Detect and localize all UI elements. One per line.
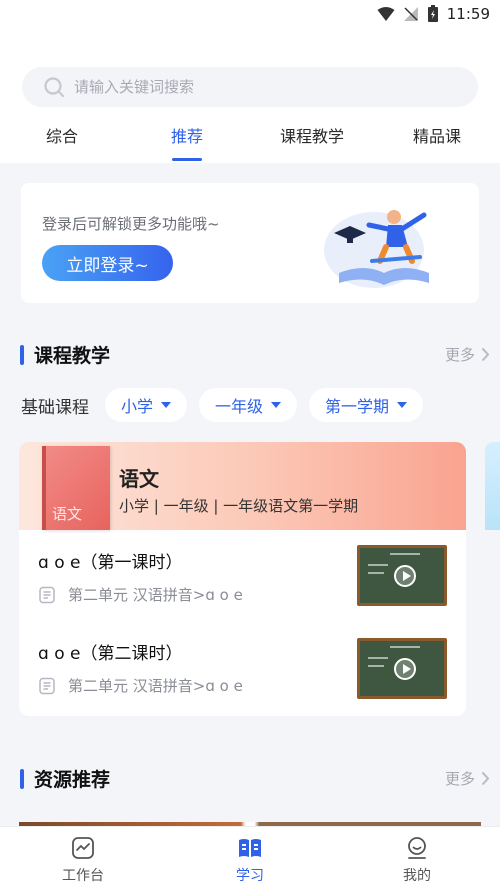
caret-down-icon: [161, 402, 172, 408]
no-signal-icon: [403, 7, 418, 21]
tab-general[interactable]: 综合: [46, 123, 78, 147]
resource-section-header: 资源推荐: [20, 765, 110, 792]
play-icon: [394, 658, 416, 680]
profile-icon: [408, 837, 426, 859]
login-prompt: 登录后可解锁更多功能哦~: [42, 215, 220, 233]
chalk-line: [368, 665, 384, 667]
tab-recommended[interactable]: 推荐: [171, 123, 203, 147]
nav-profile-label: 我的: [403, 868, 431, 884]
student-illustration: [324, 210, 429, 288]
tab-course-teaching[interactable]: 课程教学: [280, 123, 344, 147]
filter-grade[interactable]: 一年级: [199, 388, 298, 422]
caret-down-icon: [397, 402, 408, 408]
header: 综合 推荐 课程教学 精品课: [0, 30, 500, 163]
login-card: 登录后可解锁更多功能哦~ 立即登录~: [21, 183, 479, 303]
course-more-label: 更多: [444, 346, 475, 364]
next-course-card-peek[interactable]: [485, 442, 500, 530]
lesson-title: ɑ o e（第一课时）: [38, 553, 183, 573]
textbook-cover-title: 语文: [52, 505, 83, 523]
lesson-subtitle: 第二单元 汉语拼音>ɑ o e: [38, 584, 243, 605]
login-button[interactable]: 立即登录~: [42, 245, 173, 281]
active-tab-indicator: [172, 158, 202, 161]
course-card-header: 语文 语文 小学 | 一年级 | 一年级语文第一学期: [19, 442, 466, 530]
course-meta: 小学 | 一年级 | 一年级语文第一学期: [119, 497, 359, 515]
resource-more-label: 更多: [444, 770, 475, 788]
chalk-line: [368, 657, 388, 659]
nav-study-label: 学习: [236, 868, 264, 884]
filter-row: 基础课程 小学 一年级 第一学期: [21, 388, 491, 422]
status-icons: 11:59: [377, 5, 490, 23]
filter-grade-label: 一年级: [215, 397, 264, 416]
book-icon: [239, 839, 261, 857]
filter-grade-level-label: 小学: [121, 397, 154, 416]
wifi-icon: [377, 7, 395, 21]
chalk-line: [390, 646, 420, 648]
search-bar[interactable]: [22, 67, 478, 107]
course-section-header: 课程教学: [20, 341, 110, 368]
search-icon: [34, 67, 74, 107]
chevron-right-icon: [481, 347, 490, 362]
textbook-cover: 语文: [42, 446, 110, 530]
chevron-right-icon: [481, 771, 490, 786]
resource-section-title: 资源推荐: [34, 769, 111, 791]
filter-semester-label: 第一学期: [325, 397, 390, 416]
status-bar: 11:59: [0, 0, 500, 30]
resource-more-link[interactable]: 更多: [445, 768, 490, 789]
section-accent-bar: [20, 344, 24, 365]
nav-study[interactable]: 学习: [210, 835, 290, 885]
search-input[interactable]: [74, 78, 434, 96]
course-more-link[interactable]: 更多: [445, 344, 490, 365]
battery-icon: [427, 5, 438, 22]
chalk-line: [368, 564, 388, 566]
lesson-video-thumbnail[interactable]: [357, 545, 447, 606]
nav-workbench-label: 工作台: [62, 868, 104, 884]
lesson-subtitle-text: 第二单元 汉语拼音>ɑ o e: [68, 586, 243, 604]
bottom-nav: 工作台 学习 我的: [0, 826, 500, 888]
lesson-video-thumbnail[interactable]: [357, 638, 447, 699]
nav-profile[interactable]: 我的: [377, 835, 457, 885]
document-icon: [39, 586, 55, 603]
course-card[interactable]: 语文 语文 小学 | 一年级 | 一年级语文第一学期 ɑ o e（第一课时） 第…: [19, 442, 466, 716]
filter-semester[interactable]: 第一学期: [309, 388, 424, 422]
filter-grade-level[interactable]: 小学: [105, 388, 188, 422]
lesson-item[interactable]: ɑ o e（第一课时） 第二单元 汉语拼音>ɑ o e: [19, 530, 466, 623]
lesson-title: ɑ o e（第二课时）: [38, 644, 183, 664]
course-subject: 语文: [119, 467, 159, 491]
course-section-title: 课程教学: [34, 345, 111, 367]
chalk-line: [390, 553, 420, 555]
dashboard-icon: [72, 837, 94, 859]
tab-premium-courses[interactable]: 精品课: [413, 123, 461, 147]
nav-workbench[interactable]: 工作台: [43, 835, 123, 885]
lesson-item[interactable]: ɑ o e（第二课时） 第二单元 汉语拼音>ɑ o e: [19, 623, 466, 716]
document-icon: [39, 677, 55, 694]
play-icon: [394, 565, 416, 587]
caret-down-icon: [271, 402, 282, 408]
lesson-subtitle-text: 第二单元 汉语拼音>ɑ o e: [68, 677, 243, 695]
status-time: 11:59: [446, 5, 490, 23]
filter-label: 基础课程: [21, 397, 89, 418]
lesson-subtitle: 第二单元 汉语拼音>ɑ o e: [38, 675, 243, 696]
chalk-line: [368, 572, 384, 574]
tab-bar: 综合 推荐 课程教学 精品课: [0, 123, 500, 163]
section-accent-bar: [20, 768, 24, 789]
